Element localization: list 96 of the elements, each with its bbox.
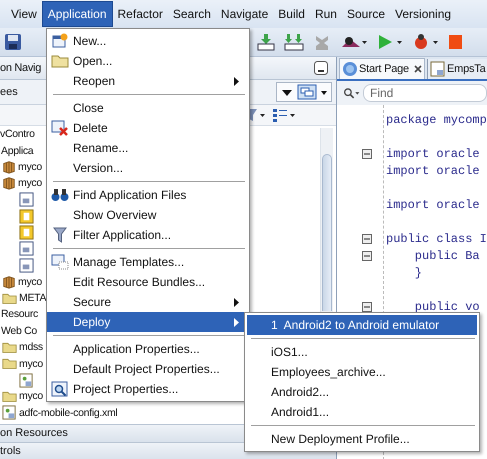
collapse-icon[interactable] [362,234,372,244]
tree-item[interactable]: Applica [1,144,34,157]
tree-item[interactable]: myco [19,358,43,370]
tree-item[interactable]: mdss [19,341,43,354]
save-icon[interactable] [4,33,22,51]
folder-icon [2,357,17,370]
list-icon[interactable] [272,108,296,122]
panel-header[interactable]: trols [0,445,21,457]
window-icon [297,84,317,100]
menu-bar-item[interactable]: Source [342,2,390,26]
menu-bar-item[interactable]: Application [42,1,113,27]
tree-item[interactable]: META [19,292,46,304]
menu-item[interactable]: New Deployment Profile... [245,429,479,449]
new-window-icon [52,33,68,49]
code-line: import oracle [386,164,480,178]
ladybug-icon[interactable] [412,33,440,51]
menu-item[interactable]: Rename... [47,138,249,158]
tree-item[interactable]: myco [18,177,42,190]
collapse-icon[interactable] [362,302,372,312]
menu-item[interactable]: Find Application Files [47,185,249,205]
folder-icon [2,340,17,354]
tree-item[interactable]: Resourc [1,308,38,320]
code-line: } [414,266,422,280]
tree-item[interactable]: myco [18,160,42,173]
menu-item[interactable]: Reopen [47,71,249,91]
folder-icon [2,390,17,403]
dropdown-control[interactable] [276,82,332,102]
submenu-arrow-icon [234,318,239,327]
submenu-arrow-icon [234,77,239,86]
menu-item[interactable]: Android2... [245,382,479,402]
code-line: public class I [386,232,487,246]
panel-title[interactable]: on Navig [0,62,42,74]
editor-tab[interactable]: EmpsTa [426,59,487,79]
editor-tab[interactable]: Start Page [339,58,425,79]
task-icon [19,208,34,224]
menu-item[interactable]: Filter Application... [47,225,249,245]
code-line: import oracle [386,198,480,212]
menu-item[interactable]: Delete [47,118,249,138]
search-icon[interactable] [343,86,361,100]
code-line: import oracle [386,146,480,160]
menu-item[interactable]: Edit Resource Bundles... [47,272,249,292]
help-icon [342,61,358,77]
page-icon [19,241,34,256]
menu-bar-item[interactable]: Versioning [390,2,456,26]
package-icon [2,160,16,174]
folder-icon [51,54,69,68]
window-icon [51,254,69,270]
find-field[interactable]: Find [363,84,487,102]
menu-item[interactable]: Manage Templates... [47,252,249,272]
menu-item[interactable]: 1 Android2 to Android emulator [247,315,477,335]
stop-icon[interactable] [448,33,462,51]
folder-icon [2,292,17,305]
selector-field[interactable]: ees [0,86,18,98]
minimize-icon[interactable] [314,61,328,75]
menu-bar-item[interactable]: View [6,2,42,26]
collapse-icon[interactable] [362,250,372,260]
page-icon [19,192,34,208]
submenu-arrow-icon [234,298,239,307]
menu-bar-item[interactable]: Build [273,2,310,26]
code-line: public vo [414,300,480,314]
menu-item[interactable]: New... [47,31,249,51]
scroll-bar[interactable] [320,128,333,312]
page-icon [19,258,34,273]
menu-item[interactable]: Android1... [245,402,479,422]
tree-item[interactable]: vContro [0,128,35,140]
magnifier-window-icon [51,381,69,397]
tree-item[interactable]: adfc-mobile-config.xml [19,406,118,419]
tree-item[interactable]: Web Co [1,324,37,337]
menu-item[interactable]: Open... [47,51,249,71]
menu-item[interactable]: Employees_archive... [245,362,479,382]
menu-bar-item[interactable]: Search [168,2,216,26]
close-icon[interactable] [414,65,422,73]
menu-item[interactable]: Secure [47,292,249,312]
tree-item[interactable]: myco [18,276,42,288]
tree-item[interactable]: myco [19,390,43,402]
task-icon [19,225,34,240]
code-line: package mycomp [386,112,487,126]
package-icon [2,176,16,190]
menu-item[interactable]: Version... [47,158,249,178]
download-icon[interactable] [284,33,304,51]
menu-bar-item[interactable]: Run [310,2,342,26]
menu-item[interactable]: iOS1... [245,342,479,362]
config-icon [19,372,34,388]
download-icon[interactable] [256,33,276,51]
file-icon [430,61,446,77]
panel-header[interactable]: on Resources [0,427,68,439]
menu-bar-item[interactable]: Navigate [216,2,274,26]
menu-item[interactable]: Show Overview [47,205,249,225]
collapse-icon[interactable] [362,148,372,158]
filter-icon [53,227,67,243]
delete-icon [51,120,69,136]
code-line: public Ba [414,248,480,262]
package-icon [2,274,16,289]
menu-bar-item[interactable]: Refactor [112,2,168,26]
binoculars-icon [51,188,69,202]
menu-item[interactable]: Close [47,98,249,118]
